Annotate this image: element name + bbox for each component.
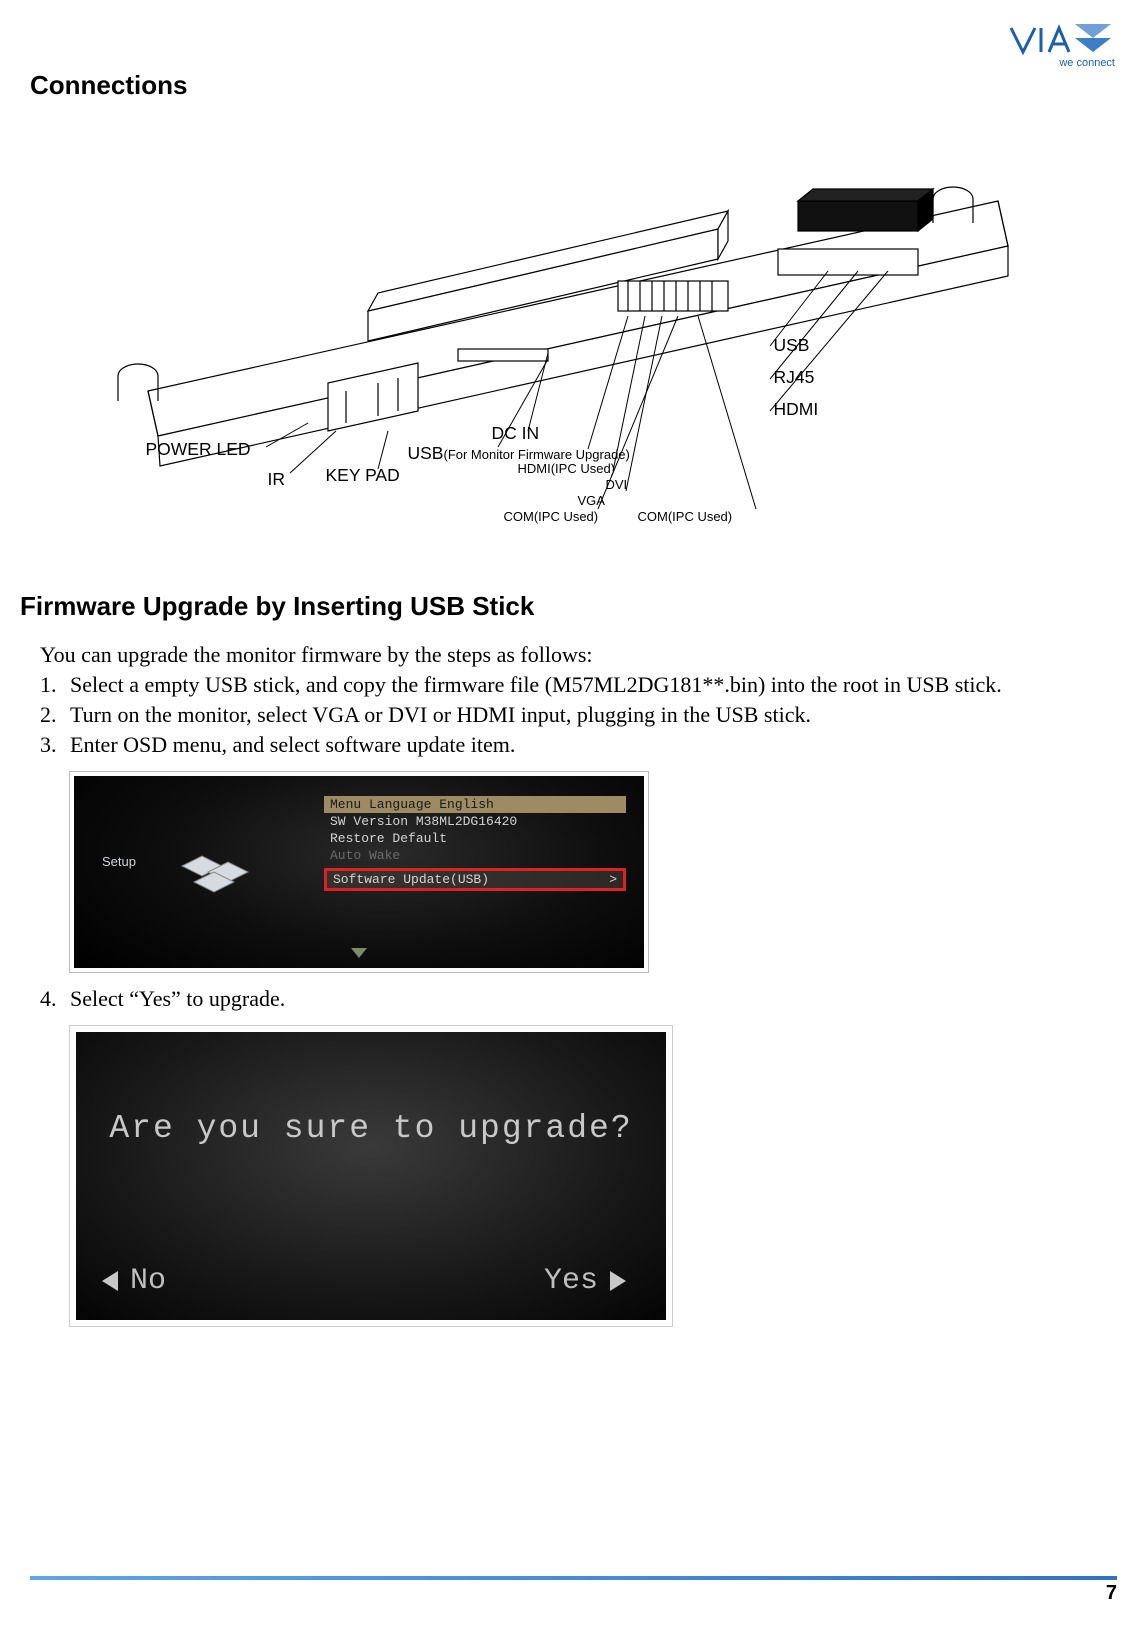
connections-diagram: POWER LED IR KEY PAD DC IN USB(For Monit… [78, 131, 1058, 551]
step-3: 3.Enter OSD menu, and select software up… [40, 732, 1105, 758]
label-power-led: POWER LED [146, 439, 251, 460]
page-number: 7 [1106, 1582, 1117, 1604]
label-vga: VGA [578, 493, 605, 508]
osd-setup-screenshot: Setup Menu Language English SW Version M… [70, 772, 648, 972]
chevron-down-icon [351, 948, 367, 958]
label-ir: IR [268, 469, 286, 490]
chevron-right-icon: > [609, 872, 617, 887]
osd-choice-yes: Yes [544, 1264, 626, 1298]
brand-logo: we connect [1007, 22, 1117, 75]
osd-software-update: Software Update(USB)> [324, 868, 626, 891]
label-rj45: RJ45 [774, 367, 815, 388]
osd-menu-language: Menu Language English [324, 796, 626, 813]
label-key-pad: KEY PAD [326, 465, 400, 486]
osd-setup-label: Setup [102, 854, 136, 869]
step-1: 1.Select a empty USB stick, and copy the… [40, 672, 1105, 698]
heading-firmware: Firmware Upgrade by Inserting USB Stick [20, 591, 1105, 622]
label-dvi: DVI [606, 477, 628, 492]
step-4: 4.Select “Yes” to upgrade. [40, 986, 1105, 1012]
label-com-ipc-left: COM(IPC Used) [504, 509, 599, 524]
triangle-right-icon [610, 1271, 626, 1291]
label-hdmi-ipc: HDMI(IPC Used) [518, 461, 616, 476]
label-usb: USB [774, 335, 810, 356]
setup-boxes-icon [174, 838, 264, 894]
heading-connections: Connections [30, 70, 1105, 101]
label-dc-in: DC IN [492, 423, 540, 444]
osd-sw-version: SW Version M38ML2DG16420 [324, 813, 626, 830]
triangle-left-icon [102, 1271, 118, 1291]
osd-confirm-question: Are you sure to upgrade? [76, 1110, 666, 1147]
label-com-ipc-right: COM(IPC Used) [638, 509, 733, 524]
osd-menu: Menu Language English SW Version M38ML2D… [324, 796, 626, 891]
osd-choice-no: No [102, 1264, 166, 1298]
osd-confirm-screenshot: Are you sure to upgrade? No Yes [70, 1026, 672, 1326]
osd-restore-default: Restore Default [324, 830, 626, 847]
osd-auto-wake: Auto Wake [324, 847, 626, 864]
step-2: 2.Turn on the monitor, select VGA or DVI… [40, 702, 1105, 728]
brand-tagline: we connect [1058, 57, 1115, 69]
page-footer: 7 [30, 1576, 1117, 1605]
label-hdmi: HDMI [774, 399, 819, 420]
intro-text: You can upgrade the monitor firmware by … [40, 642, 1105, 668]
